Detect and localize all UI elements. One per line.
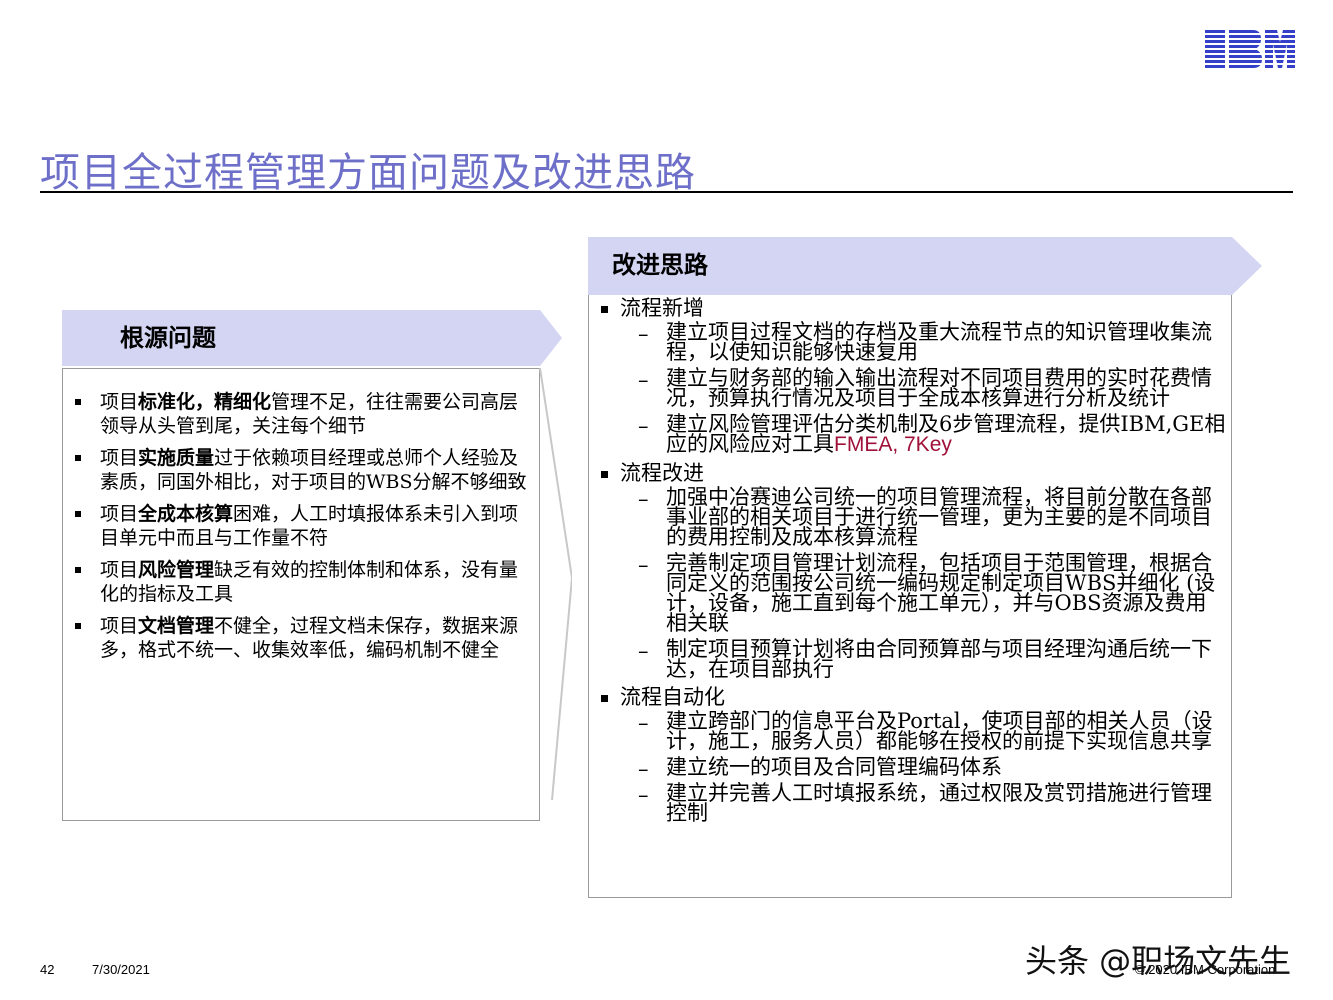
improvement-list: 流程新增 建立项目过程文档的存档及重大流程节点的知识管理收集流程，以使知识能够快… — [598, 296, 1228, 829]
page-number: 42 — [40, 962, 55, 977]
section-label: 流程改进 — [620, 461, 704, 485]
list-item: 建立并完善人工时填报系统，通过权限及赏罚措施进行管理控制 — [620, 783, 1226, 824]
list-item: 加强中冶赛迪公司统一的项目管理流程，将目前分散在各部事业部的相关项目于进行统一管… — [620, 487, 1226, 548]
left-panel-heading: 根源问题 — [120, 324, 216, 352]
list-item: 建立跨部门的信息平台及Portal，使项目部的相关人员（设计，施工，服务人员）都… — [620, 711, 1226, 752]
list-item: 项目全成本核算困难，人工时填报体系未引入到项目单元中而且与工作量不符 — [72, 502, 534, 550]
list-item: 建立风险管理评估分类机制及6步管理流程，提供IBM,GE相应的风险应对工具FME… — [620, 414, 1226, 456]
watermark: 头条 @职场文先生 — [1025, 942, 1292, 980]
list-item: 建立与财务部的输入输出流程对不同项目费用的实时花费情况，预算执行情况及项目于全成… — [620, 368, 1226, 409]
list-item: 项目文档管理不健全，过程文档未保存，数据来源多，格式不统一、收集效率低，编码机制… — [72, 614, 534, 662]
section-label: 流程自动化 — [620, 685, 725, 709]
footer-date: 7/30/2021 — [92, 962, 150, 977]
list-item: 项目标准化，精细化管理不足，往往需要公司高层领导从头管到尾，关注每个细节 — [72, 390, 534, 438]
list-item: 项目风险管理缺乏有效的控制体制和体系，没有量化的指标及工具 — [72, 558, 534, 606]
list-item: 建立统一的项目及合同管理编码体系 — [620, 757, 1226, 780]
section-process-improve: 流程改进 加强中冶赛迪公司统一的项目管理流程，将目前分散在各部事业部的相关项目于… — [598, 461, 1228, 680]
section-process-new: 流程新增 建立项目过程文档的存档及重大流程节点的知识管理收集流程，以使知识能够快… — [598, 296, 1228, 455]
list-item: 建立项目过程文档的存档及重大流程节点的知识管理收集流程，以使知识能够快速复用 — [620, 322, 1226, 363]
highlight-text: FMEA, 7Key — [834, 433, 952, 456]
list-item: 项目实施质量过于依赖项目经理或总师个人经验及素质，同国外相比，对于项目的WBS分… — [72, 446, 534, 494]
ibm-logo — [1205, 30, 1295, 68]
root-cause-list: 项目标准化，精细化管理不足，往往需要公司高层领导从头管到尾，关注每个细节 项目实… — [72, 390, 534, 670]
title-divider — [40, 191, 1293, 193]
list-item: 完善制定项目管理计划流程，包括项目于范围管理，根据合同定义的范围按公司统一编码规… — [620, 553, 1226, 634]
right-panel-heading: 改进思路 — [612, 251, 708, 279]
list-item: 制定项目预算计划将由合同预算部与项目经理沟通后统一下达，在项目部执行 — [620, 639, 1226, 680]
section-label: 流程新增 — [620, 296, 704, 320]
section-process-automation: 流程自动化 建立跨部门的信息平台及Portal，使项目部的相关人员（设计，施工，… — [598, 685, 1228, 824]
page-title: 项目全过程管理方面问题及改进思路 — [40, 150, 696, 196]
